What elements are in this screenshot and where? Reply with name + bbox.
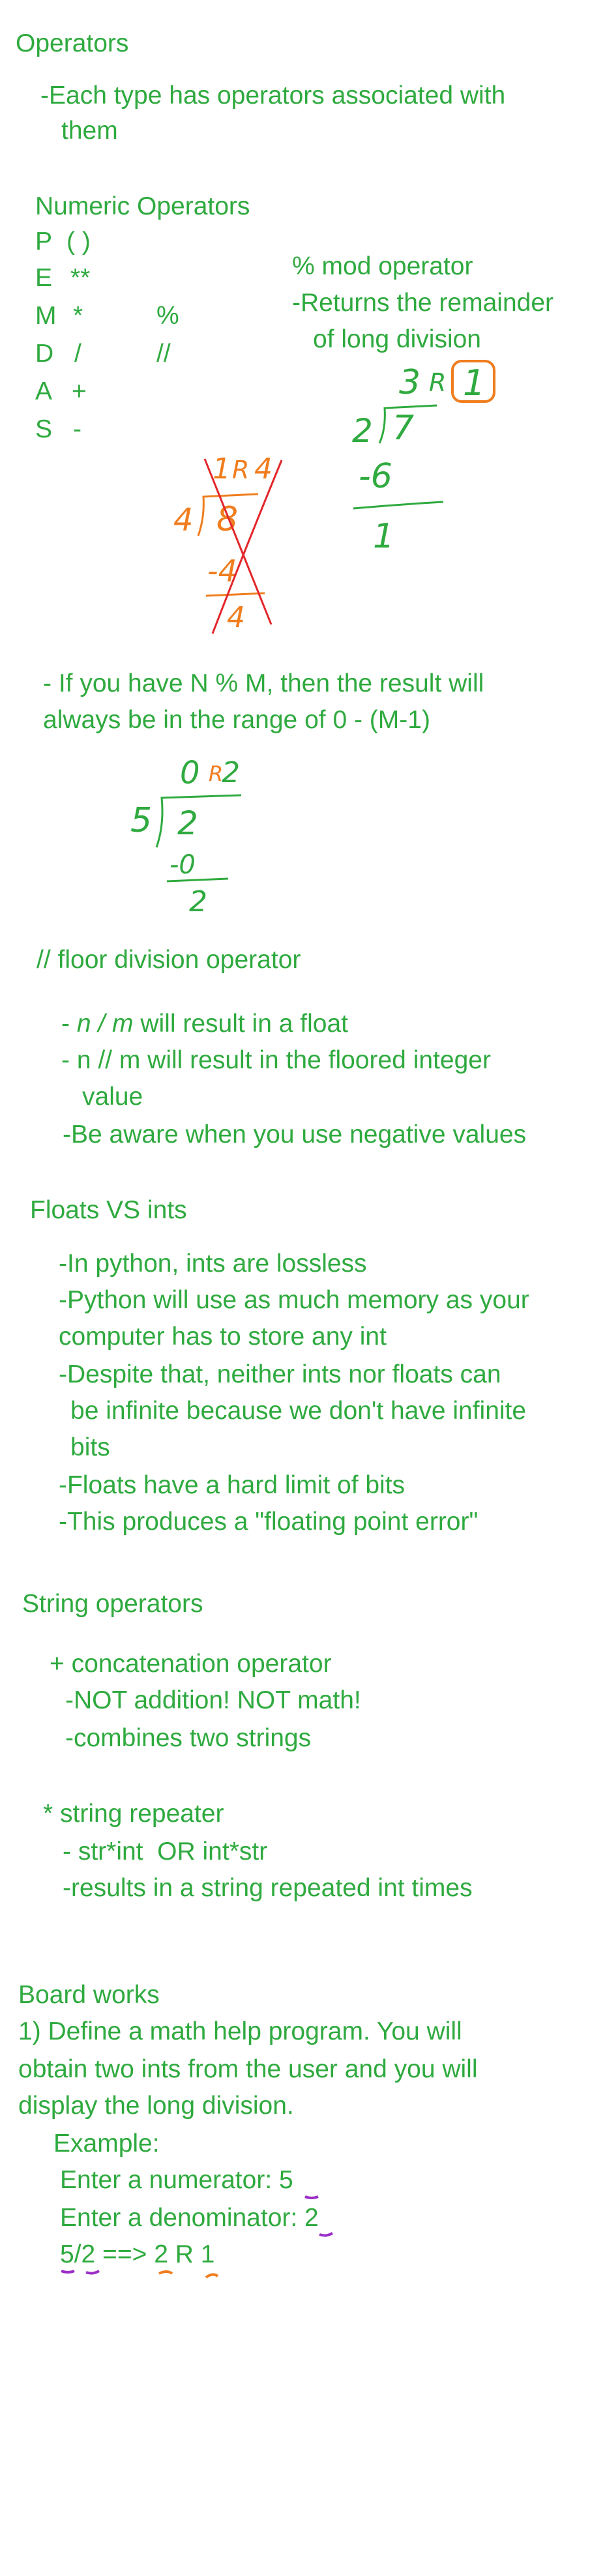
hw-crossed-remainder: 4 [254,452,273,486]
purple-mark-2 [85,2270,100,2275]
floats-line-3: computer has to store any int [59,1323,387,1351]
pemdas-letter-a: A [35,377,53,405]
hw-crossed-divisor: 4 [173,502,194,538]
board-task-line-1: 1) Define a math help program. You will [18,2017,462,2045]
repeat-line-2: -results in a string repeated int times [63,1874,473,1902]
concat-line-1: -NOT addition! NOT math! [65,1686,361,1714]
hw-subtract-0: -0 [170,850,196,880]
hw-crossed-result: 4 [227,601,245,634]
pemdas-letter-e: E [35,264,53,292]
hw-r-label-orange: R [209,761,223,786]
floats-line-8: -This produces a "floating point error" [59,1508,479,1536]
range-line-1: - If you have N % M, then the result wil… [43,669,484,697]
floats-line-2: -Python will use as much memory as your [59,1286,529,1314]
hw-divisor-2: 2 [352,412,373,450]
example-annotation-marks [61,2270,219,2279]
board-works-heading: Board works [18,1981,160,2009]
pemdas-letter-s: S [35,415,53,443]
hw-remainder-2: 2 [222,756,240,789]
pemdas-letter-d: D [35,340,54,368]
floats-line-6: bits [70,1433,110,1461]
hw-quotient-3: 3 [399,363,421,402]
mod-symbol: % [156,302,179,330]
prompt-value-marks [304,2195,334,2237]
floats-vs-ints-heading: Floats VS ints [30,1196,187,1224]
crossed-out-division-sketch: 1 R 4 4 8 -4 4 [173,452,283,634]
hw-crossed-r-label: R [232,456,249,484]
floor-line-1-dash: - [61,1010,77,1038]
pemdas-letter-p: P [35,227,53,256]
concat-heading: + concatenation operator [50,1650,332,1678]
hw-dividend-7: 7 [392,409,414,448]
floor-line-3: -Be aware when you use negative values [63,1120,527,1149]
purple-mark-5 [61,2270,75,2274]
floats-line-7: -Floats have a hard limit of bits [59,1471,406,1499]
concat-line-2: -combines two strings [65,1724,312,1752]
board-task-line-2: obtain two ints from the user and you wi… [18,2055,478,2083]
intro-line-2: them [61,117,118,145]
mod-desc-line-1: -Returns the remainder [292,289,554,317]
floats-line-1: -In python, ints are lossless [59,1250,367,1278]
board-example-label: Example: [53,2130,160,2158]
floor-line-1-code: n / m [76,1010,134,1038]
floor-div-symbol: // [156,340,171,368]
board-task-line-3: display the long division. [18,2092,294,2120]
floor-line-1-rest: will result in a float [133,1010,348,1038]
repeat-heading: * string repeater [43,1800,224,1828]
orange-mark-remainder [205,2273,219,2279]
floats-line-4: -Despite that, neither ints nor floats c… [59,1360,501,1388]
hw-result-1: 1 [373,517,394,556]
pemdas-symbol-e: ** [70,264,91,292]
notes-page: { "page": { "title": "Operators" }, "sec… [0,0,605,2576]
mod-heading: % mod operator [292,252,473,280]
floor-line-1: - n / m will result in a float [61,1005,348,1043]
mod-desc-line-2: of long division [313,325,481,353]
long-division-2-by-5-sketch: 0 R 2 5 2 -0 2 [130,755,242,918]
pemdas-symbol-s: - [73,415,81,443]
floats-line-5: be infinite because we don't have infini… [70,1397,527,1425]
purple-mark-denominator [319,2232,334,2237]
hw-dividend-2: 2 [177,804,198,842]
hw-remainder-1: 1 [463,362,485,403]
intro-line-1: -Each type has operators associated with [40,81,506,110]
hw-result-2: 2 [189,885,207,918]
orange-mark-quotient [158,2270,173,2275]
hw-divisor-5: 5 [130,801,152,840]
subtraction-line [353,501,444,510]
page-title: Operators [16,29,129,57]
floor-division-heading: // floor division operator [37,946,301,974]
hw-quotient-0: 0 [180,755,200,791]
numeric-operators-heading: Numeric Operators [35,192,250,220]
string-operators-heading: String operators [22,1590,203,1618]
pemdas-letter-m: M [35,302,57,330]
red-cross-stroke-2 [211,460,283,634]
pemdas-symbol-p: ( ) [66,227,91,256]
floor-line-2-cont: value [82,1083,143,1111]
hw-r-label: R [429,368,446,397]
long-division-7-by-2-sketch: 3 R 1 2 7 -6 1 [352,360,495,556]
repeat-line-1: - str*int OR int*str [63,1837,268,1866]
hw-crossed-quotient: 1 [213,452,231,486]
pemdas-symbol-m: * [73,302,83,330]
pemdas-symbol-d: / [74,340,81,368]
range-line-2: always be in the range of 0 - (M-1) [43,706,430,734]
hw-subtract-6: -6 [359,457,392,496]
pemdas-symbol-a: + [72,377,87,405]
floor-line-2: - n // m will result in the floored inte… [61,1046,491,1074]
purple-mark-numerator [304,2195,319,2199]
